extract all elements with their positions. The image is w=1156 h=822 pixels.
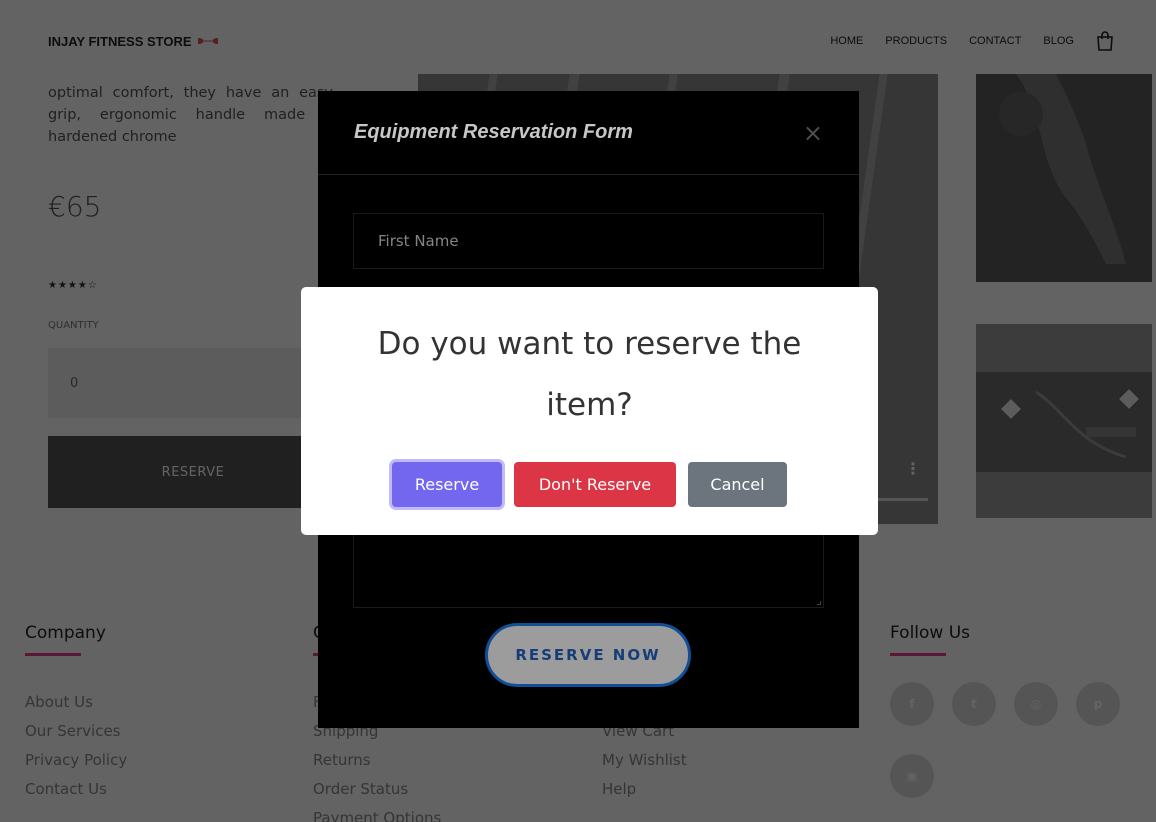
cancel-button[interactable]: Cancel bbox=[688, 462, 787, 507]
confirm-reserve-button[interactable]: Reserve bbox=[392, 462, 502, 507]
dont-reserve-button[interactable]: Don't Reserve bbox=[514, 462, 676, 507]
confirm-actions: Reserve Don't Reserve Cancel bbox=[301, 462, 878, 507]
confirm-dialog: Do you want to reserve the item? Reserve… bbox=[301, 287, 878, 535]
confirm-question: Do you want to reserve the item? bbox=[377, 326, 802, 423]
